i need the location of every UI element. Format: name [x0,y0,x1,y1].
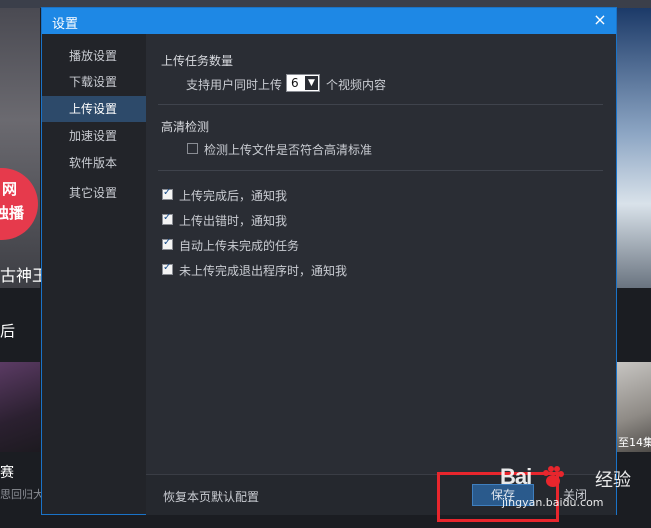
background-subcaption: 思回归大 [0,488,44,501]
dialog-title: 设置 [52,17,79,32]
background-right-caption: 至14集 [618,436,651,449]
baidu-jingyan-watermark: Bai 经验 jingyan.baidu.com [500,462,650,522]
section-divider [158,104,603,105]
paw-icon [540,464,566,490]
auto-resume-label[interactable]: 自动上传未完成的任务 [179,237,299,254]
notify-error-label[interactable]: 上传出错时，通知我 [179,212,287,229]
watermark-url: jingyan.baidu.com [502,496,604,509]
restore-defaults-link[interactable]: 恢复本页默认配置 [163,488,259,505]
badge-line-2: 独播 [0,205,25,222]
badge-line-1: 网 [2,181,18,198]
concurrent-upload-select[interactable]: 6 ▼ [286,74,320,92]
concurrent-upload-suffix: 个视频内容 [326,78,387,92]
hd-section-title: 高清检测 [161,120,210,134]
notify-exit-checkbox[interactable] [162,262,173,275]
concurrent-upload-value: 6 [291,76,299,90]
watermark-logo: Bai [500,464,532,489]
notify-complete-label[interactable]: 上传完成后，通知我 [179,187,287,204]
background-left-image [0,8,40,288]
sidebar-item-upload[interactable]: 上传设置 [42,96,146,122]
section-divider [158,170,603,171]
close-icon[interactable]: × [590,10,610,30]
upload-settings-panel: 上传任务数量 支持用户同时上传 6 ▼ 个视频内容 高清检测 检测上传文件是否符… [146,34,616,474]
settings-sidebar: 播放设置 下载设置 上传设置 加速设置 软件版本 其它设置 [42,34,146,514]
hd-check-checkbox[interactable] [187,143,198,154]
dialog-titlebar[interactable]: 设置 × [42,8,616,34]
concurrent-upload-prefix: 支持用户同时上传 [186,78,283,92]
notify-complete-checkbox[interactable] [162,187,173,200]
chevron-down-icon[interactable]: ▼ [305,76,318,90]
auto-resume-checkbox[interactable] [162,237,173,250]
notify-error-checkbox[interactable] [162,212,173,225]
sidebar-item-other[interactable]: 其它设置 [42,180,146,206]
sidebar-item-download[interactable]: 下载设置 [42,69,146,95]
sidebar-item-version[interactable]: 软件版本 [42,150,146,176]
sidebar-item-playback[interactable]: 播放设置 [42,43,146,69]
notify-exit-label[interactable]: 未上传完成退出程序时，通知我 [179,262,347,279]
upload-count-section-title: 上传任务数量 [161,54,234,68]
hd-check-label[interactable]: 检测上传文件是否符合高清标准 [204,141,372,158]
sidebar-item-acceleration[interactable]: 加速设置 [42,123,146,149]
background-right-image [611,8,651,288]
background-text: 后 [0,322,16,340]
watermark-brand: 经验 [595,470,631,491]
background-thumbnail-left[interactable] [0,362,40,452]
background-caption: 赛 [0,465,14,481]
settings-dialog: 设置 × 播放设置 下载设置 上传设置 加速设置 软件版本 其它设置 上传任务数… [41,7,617,515]
